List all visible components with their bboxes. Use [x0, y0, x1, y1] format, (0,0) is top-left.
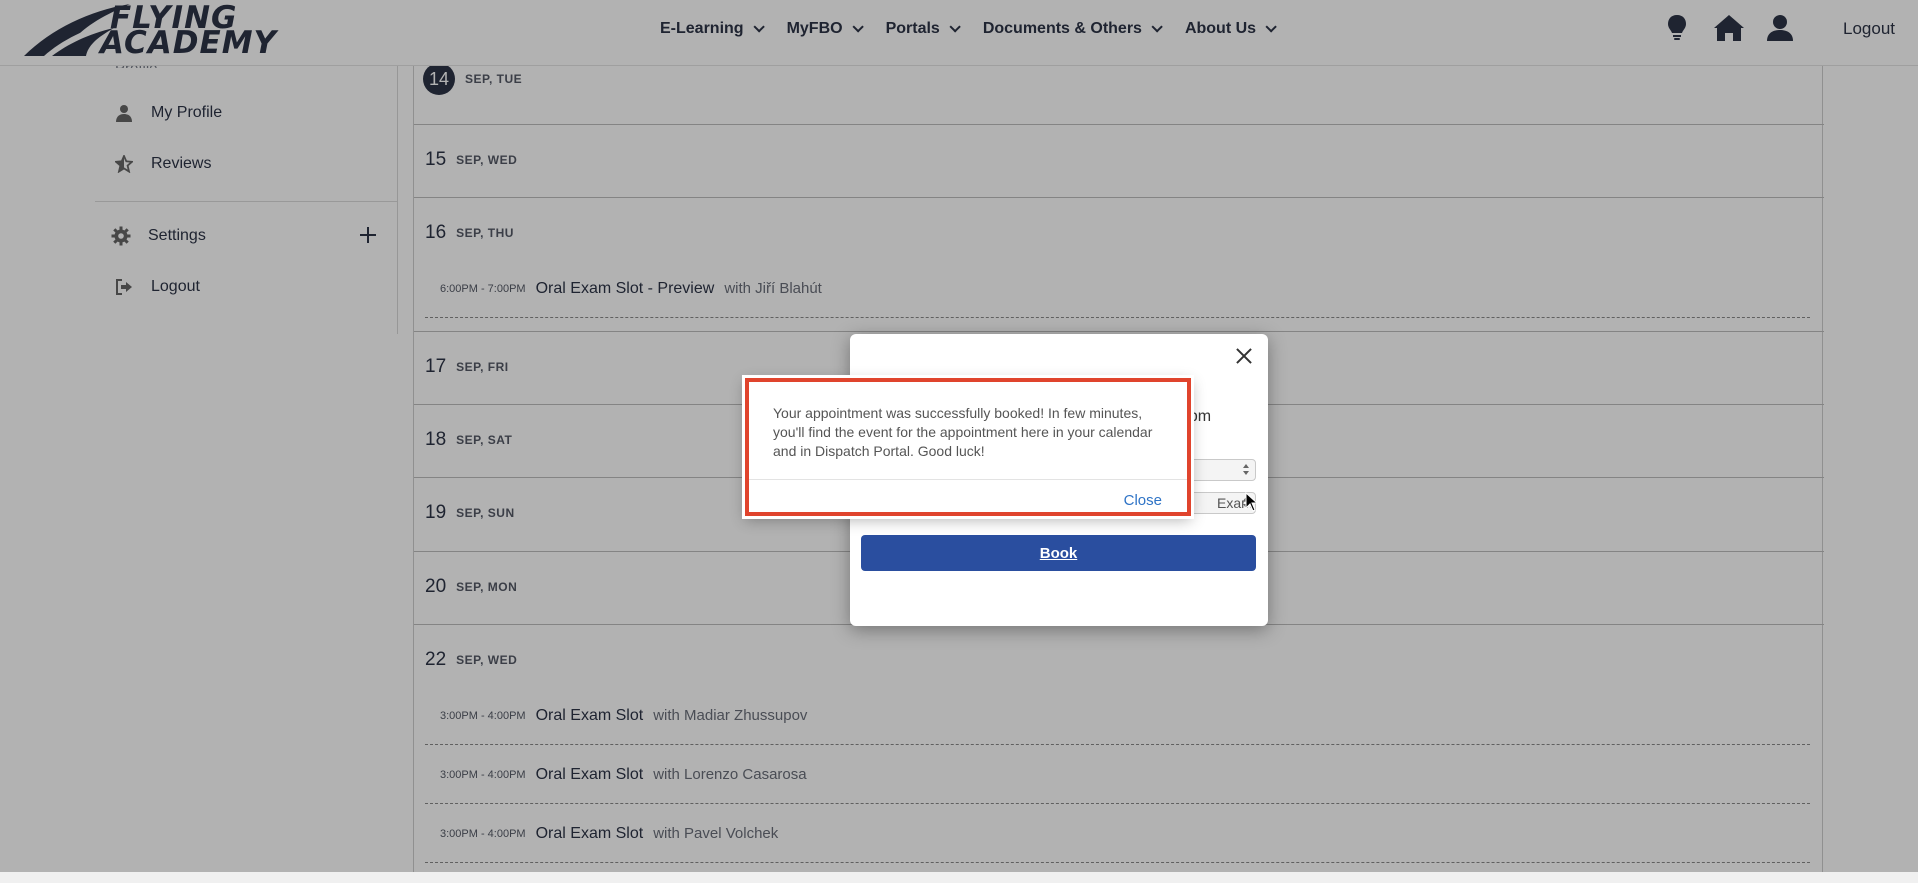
book-button[interactable]: Book [861, 535, 1256, 571]
select-arrows-icon [1243, 464, 1249, 476]
dialog-divider [749, 479, 1187, 480]
close-button[interactable]: Close [1124, 492, 1162, 509]
mouse-pointer-icon [1245, 492, 1259, 512]
booking-select-1[interactable] [1180, 459, 1256, 481]
close-icon[interactable] [1234, 346, 1254, 366]
booking-success-dialog: Your appointment was successfully booked… [745, 378, 1191, 516]
success-message: Your appointment was successfully booked… [773, 405, 1153, 459]
bottom-scroll-strip [0, 872, 1918, 883]
